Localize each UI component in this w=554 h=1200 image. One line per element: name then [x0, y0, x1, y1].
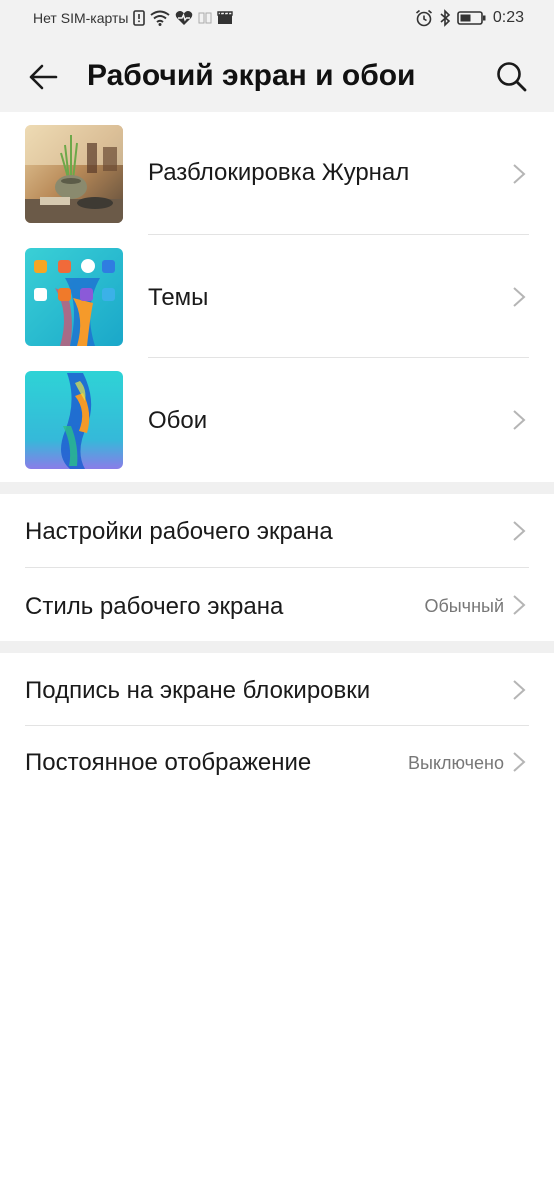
always-on-display-value: Выключено [408, 753, 504, 773]
home-screen-style-row[interactable]: Стиль рабочего экрана Обычный [0, 568, 554, 641]
video-clapper-icon [217, 11, 234, 24]
clock-text: 0:23 [492, 9, 524, 26]
home-screen-style-label: Стиль рабочего экрана [25, 593, 284, 620]
always-on-display-row[interactable]: Постоянное отображение Выключено [0, 726, 554, 798]
chevron-right-icon [513, 410, 526, 430]
wallpaper-row[interactable]: Обои [0, 358, 554, 482]
page-title: Рабочий экран и обои [87, 59, 416, 92]
sim-alert-icon [133, 10, 146, 26]
home-screen-settings-row[interactable]: Настройки рабочего экрана [0, 494, 554, 568]
section-separator [0, 482, 554, 494]
chevron-right-icon [513, 680, 526, 700]
back-arrow-icon[interactable] [27, 61, 59, 93]
status-left: Нет SIM-карты [33, 10, 234, 26]
notification-icon [198, 12, 212, 24]
home-screen-style-value: Обычный [424, 596, 504, 616]
unlock-magazine-thumbnail [25, 125, 123, 223]
status-right: 0:23 [415, 9, 524, 27]
always-on-display-label: Постоянное отображение [25, 749, 312, 776]
battery-icon [457, 11, 486, 25]
themes-label: Темы [148, 284, 209, 311]
themes-row[interactable]: Темы [0, 235, 554, 358]
wallpaper-thumbnail [25, 371, 123, 469]
lock-screen-signature-row[interactable]: Подпись на экране блокировки [0, 653, 554, 726]
unlock-magazine-row[interactable]: Разблокировка Журнал [0, 112, 554, 235]
section-separator [0, 641, 554, 653]
alarm-icon [415, 9, 432, 27]
app-header: Рабочий экран и обои [0, 38, 554, 112]
chevron-right-icon [513, 521, 526, 541]
chevron-right-icon [513, 595, 526, 615]
status-bar: Нет SIM-карты 0:23 [0, 0, 554, 38]
wifi-icon [150, 10, 171, 26]
unlock-magazine-label: Разблокировка Журнал [148, 159, 410, 186]
carrier-text: Нет SIM-карты [33, 10, 129, 26]
chevron-right-icon [513, 164, 526, 184]
wallpaper-label: Обои [148, 407, 208, 434]
bluetooth-icon [440, 9, 451, 27]
chevron-right-icon [513, 287, 526, 307]
home-screen-settings-label: Настройки рабочего экрана [25, 518, 333, 545]
chevron-right-icon [513, 752, 526, 772]
health-heart-icon [176, 11, 193, 25]
lock-screen-signature-label: Подпись на экране блокировки [25, 677, 371, 704]
themes-thumbnail [25, 248, 123, 346]
search-icon[interactable] [495, 60, 527, 92]
